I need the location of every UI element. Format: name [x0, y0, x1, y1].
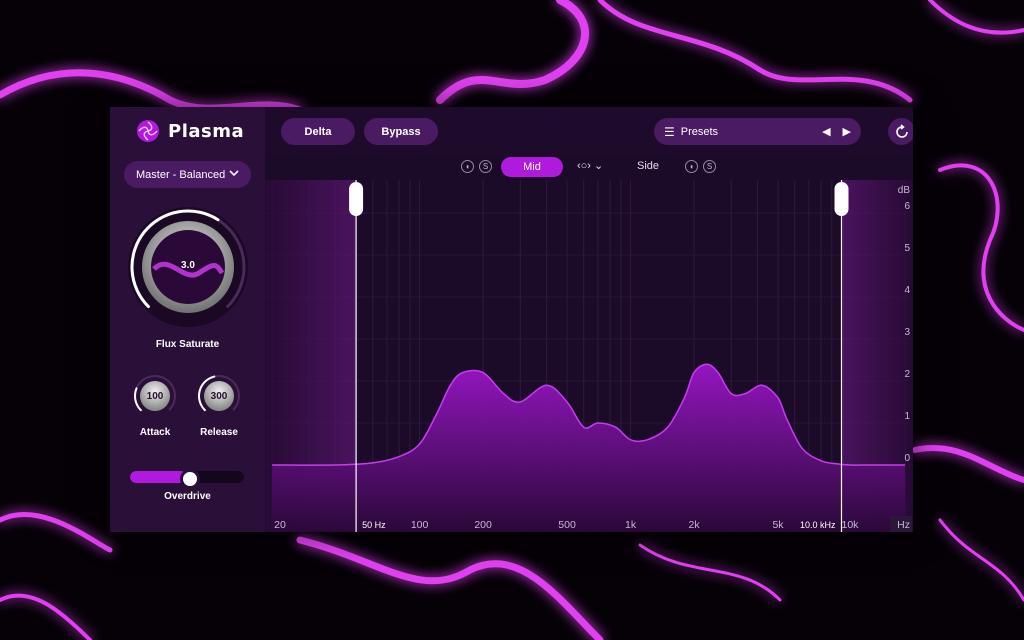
- low-cut-frequency-label: 50 Hz: [362, 520, 386, 530]
- db-tick-label: 6: [904, 201, 910, 212]
- plasma-plugin-window: Plasma Master - Balanced 3.0 Flux Satura…: [110, 107, 913, 532]
- eq-graph[interactable]: dB 6 5 4 3 2 1 0 20 100 200 500 1k 2k 5k 10k Hz 50 Hz 10.0…: [265, 180, 913, 532]
- freq-tick-label: 10k: [841, 519, 859, 531]
- freq-tick-label: 1k: [625, 519, 637, 531]
- flux-saturate-value: 3.0: [181, 259, 195, 271]
- mid-listen-icon[interactable]: ◖: [461, 160, 474, 173]
- list-icon: ☰: [664, 124, 675, 139]
- db-tick-label: 4: [904, 285, 910, 296]
- overdrive-slider-thumb[interactable]: [180, 469, 200, 489]
- mode-preset-dropdown[interactable]: Master - Balanced: [124, 161, 251, 188]
- delta-button[interactable]: Delta: [281, 118, 355, 145]
- overdrive-label: Overdrive: [164, 491, 211, 502]
- freq-tick-label: 2k: [689, 519, 701, 531]
- flux-saturate-knob[interactable]: 3.0: [124, 203, 252, 331]
- overdrive-slider-fill: [130, 471, 187, 483]
- plasma-logo-icon: [137, 120, 159, 142]
- db-tick-label: 1: [904, 411, 910, 422]
- mid-side-controls: ◖ S Mid ‹○› ⌄ Side ◖ S: [265, 155, 913, 180]
- side-listen-icon[interactable]: ◖: [685, 160, 698, 173]
- side-solo-button[interactable]: S: [703, 160, 716, 173]
- presets-label: Presets: [680, 125, 719, 138]
- link-label: ‹○›: [577, 160, 591, 172]
- db-tick-label: 2: [904, 369, 910, 380]
- presets-bar[interactable]: ☰ Presets ◀ ▶: [654, 118, 861, 145]
- stereo-link-button[interactable]: ‹○› ⌄: [577, 159, 603, 172]
- chevron-down-icon: ⌄: [594, 160, 604, 172]
- freq-tick-label: 5k: [772, 519, 784, 531]
- freq-tick-label: 20: [274, 519, 286, 531]
- freq-tick-label: 200: [474, 519, 492, 531]
- attack-label: Attack: [139, 427, 171, 438]
- side-tab[interactable]: Side: [637, 160, 659, 172]
- db-unit-label: dB: [898, 185, 911, 196]
- db-tick-label: 0: [904, 453, 910, 464]
- db-tick-label: 3: [904, 327, 910, 338]
- top-toolbar: Delta Bypass ☰ Presets ◀ ▶ ?: [265, 107, 913, 155]
- hz-unit-label: Hz: [897, 519, 910, 531]
- side-panel: Plasma Master - Balanced 3.0 Flux Satura…: [110, 107, 265, 532]
- high-cut-handle[interactable]: [834, 182, 849, 216]
- refresh-icon: [895, 123, 908, 138]
- mid-solo-button[interactable]: S: [479, 160, 492, 173]
- attack-value: 100: [146, 390, 164, 402]
- db-tick-label: 5: [904, 243, 910, 254]
- freq-tick-label: 500: [558, 519, 576, 531]
- flux-saturate-label: Flux Saturate: [155, 339, 220, 350]
- bypass-button[interactable]: Bypass: [364, 118, 438, 145]
- high-cut-frequency-label: 10.0 kHz: [800, 520, 836, 530]
- release-label: Release: [200, 427, 238, 438]
- app-title: Plasma: [168, 120, 245, 142]
- mid-tab[interactable]: Mid: [501, 157, 563, 177]
- next-preset-icon[interactable]: ▶: [843, 125, 851, 138]
- release-value: 300: [210, 390, 228, 402]
- mode-preset-label: Master - Balanced: [136, 168, 226, 181]
- previous-preset-icon[interactable]: ◀: [822, 125, 830, 138]
- logo: Plasma: [136, 119, 244, 143]
- attack-knob[interactable]: 100: [133, 374, 177, 418]
- release-knob[interactable]: 300: [197, 374, 241, 418]
- freq-tick-label: 100: [411, 519, 429, 531]
- low-cut-handle[interactable]: [349, 182, 364, 216]
- chevron-down-icon: [229, 168, 239, 181]
- refresh-button[interactable]: [888, 118, 913, 145]
